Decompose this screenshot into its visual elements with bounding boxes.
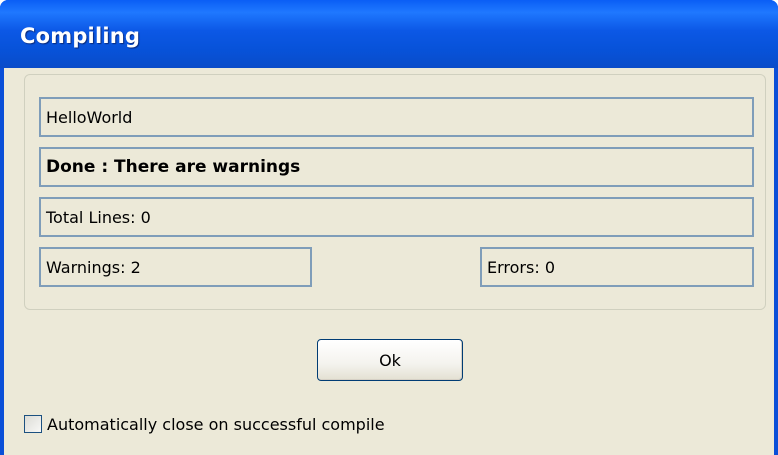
ok-button[interactable]: Ok [317, 339, 463, 381]
status-group: HelloWorld Done : There are warnings Tot… [24, 74, 766, 310]
compiling-dialog: Compiling HelloWorld Done : There are wa… [0, 0, 778, 455]
auto-close-option[interactable]: Automatically close on successful compil… [24, 413, 385, 435]
total-lines-field: Total Lines: 0 [39, 197, 754, 237]
project-name-field: HelloWorld [39, 97, 754, 137]
dialog-body: HelloWorld Done : There are warnings Tot… [4, 68, 774, 455]
title-bar[interactable]: Compiling [0, 0, 778, 68]
auto-close-checkbox[interactable] [24, 415, 42, 433]
window-title: Compiling [20, 24, 141, 48]
auto-close-label[interactable]: Automatically close on successful compil… [47, 415, 385, 434]
errors-count-field: Errors: 0 [480, 247, 754, 287]
warnings-count-field: Warnings: 2 [39, 247, 312, 287]
status-message-field: Done : There are warnings [39, 147, 754, 187]
